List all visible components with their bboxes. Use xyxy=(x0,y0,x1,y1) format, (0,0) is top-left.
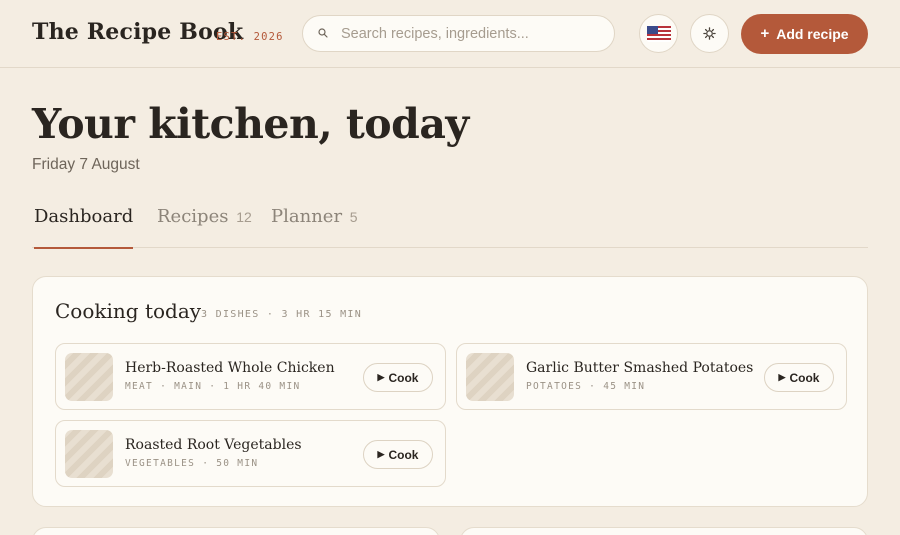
tab-planner[interactable]: Planner 5 xyxy=(271,206,358,248)
dish-item[interactable]: Herb-Roasted Whole Chicken MEAT · MAIN ·… xyxy=(55,343,446,410)
cook-label: Cook xyxy=(388,447,419,462)
dish-meta: VEGETABLES · 50 MIN xyxy=(125,458,259,469)
current-date: Friday 7 August xyxy=(32,156,140,173)
next-card xyxy=(460,527,868,535)
dish-thumbnail xyxy=(65,430,113,478)
search-input[interactable] xyxy=(341,16,601,51)
search-icon xyxy=(318,28,328,38)
cook-label: Cook xyxy=(388,370,419,385)
settings-button[interactable] xyxy=(690,14,729,53)
tab-label: Planner xyxy=(271,206,343,227)
add-recipe-label: Add recipe xyxy=(776,26,849,42)
play-icon: ▶ xyxy=(377,372,385,382)
dish-thumbnail xyxy=(65,353,113,401)
top-bar: The Recipe Book EST. 2026 Search recipes… xyxy=(0,0,900,68)
dish-meta: MEAT · MAIN · 1 HR 40 MIN xyxy=(125,381,301,392)
dish-name: Herb-Roasted Whole Chicken xyxy=(125,360,335,376)
section-meta: 3 DISHES · 3 HR 15 MIN xyxy=(201,309,363,320)
plus-icon: + xyxy=(760,24,770,42)
established-label: EST. 2026 xyxy=(216,31,284,43)
gear-icon xyxy=(703,27,716,40)
search-box[interactable] xyxy=(302,15,615,52)
dish-item[interactable]: Garlic Butter Smashed Potatoes POTATOES … xyxy=(456,343,847,410)
next-card xyxy=(32,527,440,535)
cook-label: Cook xyxy=(789,370,820,385)
section-title: Cooking today xyxy=(55,299,202,323)
language-button[interactable] xyxy=(639,14,678,53)
dish-thumbnail xyxy=(466,353,514,401)
cook-button[interactable]: ▶ Cook xyxy=(363,363,433,392)
app-title[interactable]: The Recipe Book xyxy=(32,19,243,45)
dish-name: Roasted Root Vegetables xyxy=(125,437,302,453)
us-flag-icon xyxy=(646,25,671,42)
tab-label: Dashboard xyxy=(34,206,134,227)
play-icon: ▶ xyxy=(778,372,786,382)
dish-meta: POTATOES · 45 MIN xyxy=(526,381,646,392)
tab-count: 5 xyxy=(349,209,358,225)
add-recipe-button[interactable]: + Add recipe xyxy=(741,14,868,54)
dish-item[interactable]: Roasted Root Vegetables VEGETABLES · 50 … xyxy=(55,420,446,487)
tab-count: 12 xyxy=(236,209,252,225)
tab-dashboard[interactable]: Dashboard xyxy=(34,206,134,249)
page-title: Your kitchen, today xyxy=(32,100,469,148)
tab-recipes[interactable]: Recipes 12 xyxy=(157,206,252,248)
cook-button[interactable]: ▶ Cook xyxy=(764,363,834,392)
cooking-today-card: Cooking today 3 DISHES · 3 HR 15 MIN Her… xyxy=(32,276,868,507)
play-icon: ▶ xyxy=(377,449,385,459)
dish-name: Garlic Butter Smashed Potatoes xyxy=(526,360,754,376)
tab-label: Recipes xyxy=(157,206,229,227)
cook-button[interactable]: ▶ Cook xyxy=(363,440,433,469)
tab-bar: Dashboard Recipes 12 Planner 5 xyxy=(32,200,868,249)
